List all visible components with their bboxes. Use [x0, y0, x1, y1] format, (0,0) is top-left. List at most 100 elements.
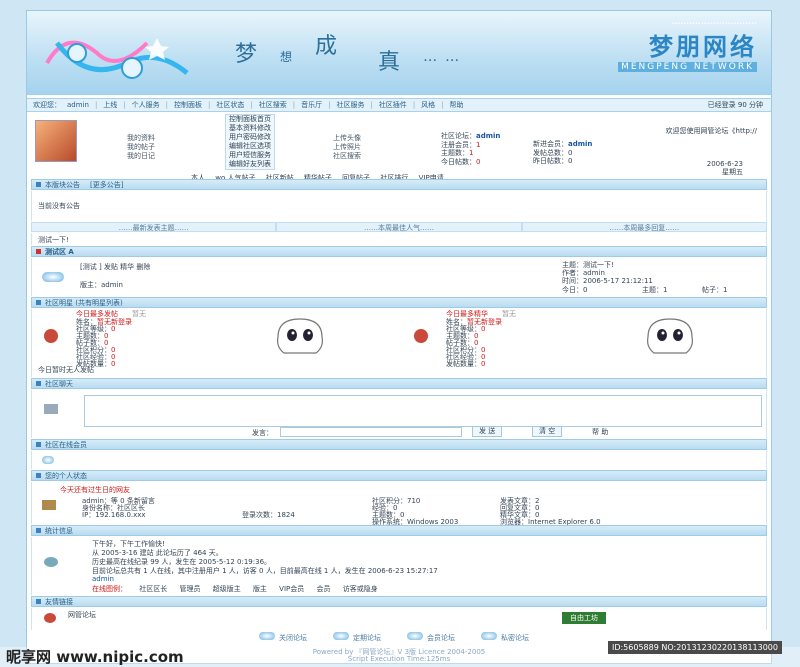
nav-online[interactable]: 上线: [103, 100, 117, 110]
chat-send-button[interactable]: 发 送: [472, 426, 503, 437]
watermark-id: ID:5605889 NO:20131230220138113000: [607, 641, 782, 654]
footer-button[interactable]: 会员论坛: [427, 633, 455, 643]
online-bar: 社区在线会员: [31, 439, 767, 450]
forum-icon: [36, 249, 41, 254]
nav-help[interactable]: 帮助: [450, 100, 464, 110]
star-value: 0: [111, 360, 116, 368]
avatar[interactable]: [35, 120, 77, 162]
control-menu-item[interactable]: 用户密码修改: [229, 133, 271, 142]
link-search[interactable]: 社区搜索: [333, 152, 361, 161]
footer-button[interactable]: 私密论坛: [501, 633, 529, 643]
footer-button[interactable]: 关闭论坛: [279, 633, 307, 643]
login-duration: 已经登录 90 分钟: [707, 101, 763, 109]
links-body: 网管论坛 自由工坊: [31, 608, 767, 630]
tab-most-replies[interactable]: ……本周最多回复……: [521, 222, 767, 232]
legend-item: 管理员: [179, 585, 201, 593]
topic-row: 测试一下!: [31, 233, 767, 245]
tab-latest-topics[interactable]: ……最新发表主题……: [31, 222, 277, 232]
tab-popular-week[interactable]: ……本周最佳人气……: [276, 222, 522, 232]
forum-header: 梦 想 成 真 …… •••••••••••••••••••••••••••••…: [27, 11, 771, 95]
footer-button[interactable]: 定期论坛: [353, 633, 381, 643]
main-nav: 欢迎您： admin | 上线 | 个人服务 | 控制面板 | 社区状态 | 社区搜索 | …: [27, 98, 771, 112]
control-menu-item[interactable]: 编辑好友列表: [229, 160, 271, 169]
star-avatar-icon: [414, 329, 428, 343]
personal-bar: 您的个人状态: [31, 470, 767, 481]
chat-clear-button[interactable]: 清 空: [532, 426, 563, 437]
control-menu-item[interactable]: 编辑社区选项: [229, 142, 271, 151]
forum-status-icon: [42, 272, 64, 282]
link-upload-photo[interactable]: 上传照片: [333, 143, 361, 152]
nav-control-panel[interactable]: 控制面板: [174, 100, 202, 110]
online-title: 社区在线会员: [45, 440, 87, 449]
user-links-2: 上传头像 上传照片 社区搜索: [333, 134, 361, 161]
date-text: 2006-6-23: [706, 160, 743, 168]
link-upload-avatar[interactable]: 上传头像: [333, 134, 361, 143]
personal-field: 登录次数：1824: [242, 511, 295, 519]
slogan-char: 成: [315, 34, 346, 59]
friend-link[interactable]: 网管论坛: [68, 610, 96, 620]
stats-icon: [44, 557, 58, 567]
stats-bar: 统计信息: [31, 525, 767, 536]
star-avatar-icon: [44, 329, 58, 343]
forum-page: 梦 想 成 真 …… •••••••••••••••••••••••••••••…: [26, 10, 772, 664]
forum-stat-posts: 帖子：1: [702, 286, 728, 294]
personal-title: 您的个人状态: [45, 471, 87, 480]
ad-badge[interactable]: 自由工坊: [562, 612, 606, 624]
brand: ••••••••••••••••••••••••••••• 梦朋网络 MENGP…: [618, 21, 757, 72]
chat-messages[interactable]: [84, 395, 762, 427]
nav-services[interactable]: 社区服务: [336, 100, 364, 110]
link-my-posts[interactable]: 我的帖子: [127, 143, 155, 152]
stars-title: 社区明星 (共有明星列表): [45, 298, 123, 307]
announce-body: 当前没有公告: [31, 191, 767, 221]
legend-item: 会员: [316, 585, 331, 593]
topic-tabs: ……最新发表主题…… ……本周最佳人气…… ……本周最多回复……: [31, 222, 767, 232]
online-icon: [42, 456, 54, 464]
chat-say-label: 发言：: [252, 429, 273, 437]
chat-help-link[interactable]: 帮 助: [592, 427, 608, 437]
info-value: admin: [476, 132, 501, 140]
stars-bar: 社区明星 (共有明星列表): [31, 297, 767, 308]
nav-search[interactable]: 社区搜索: [259, 100, 287, 110]
control-menu-item[interactable]: 控制面板首页: [229, 115, 271, 124]
bullet-icon: [36, 300, 41, 305]
announce-more-link[interactable]: [更多公告]: [90, 180, 123, 190]
birthday-headline: 今天还有过生日的网友: [60, 486, 130, 494]
bullet-icon: [36, 442, 41, 447]
topic-link[interactable]: 测试一下!: [38, 235, 69, 245]
stars-note: 今日暂时无人发帖: [38, 366, 94, 374]
nav-status[interactable]: 社区状态: [216, 100, 244, 110]
user-links: 我的资料 我的帖子 我的日记: [127, 134, 155, 161]
nav-style[interactable]: 风格: [421, 100, 435, 110]
footer-pill-icon: [481, 632, 497, 640]
forum-title[interactable]: [测试 ] 发贴 精华 删除: [80, 262, 150, 272]
link-my-diary[interactable]: 我的日记: [127, 152, 155, 161]
control-menu-item[interactable]: 用户短信服务: [229, 151, 271, 160]
online-legend: 在线图例： 社区区长 管理员 超级版主 版主 VIP会员 会员 访客或隐身: [92, 584, 378, 594]
online-user-link[interactable]: admin: [92, 575, 114, 583]
chat-input-field[interactable]: [280, 427, 462, 437]
nav-username[interactable]: admin: [67, 101, 89, 109]
links-title: 友情链接: [45, 597, 73, 606]
date-display: 2006-6-23 星期五: [707, 160, 743, 176]
slogan-char: 真: [378, 50, 409, 75]
bullet-icon: [36, 182, 41, 187]
link-my-profile[interactable]: 我的资料: [127, 134, 155, 143]
info-label: 主题数：: [441, 149, 469, 157]
forum-info: 社区论坛：admin 注册会员：1 主题数：1 今日帖数：0: [441, 132, 500, 166]
info-label: 发帖总数：: [533, 148, 568, 157]
link-icon: [44, 613, 56, 623]
stats-line: 目前论坛总共有 1 人在线，其中注册用户 1 人，访客 0 人，目前最高在线 1…: [92, 567, 438, 575]
nav-music[interactable]: 音乐厅: [301, 100, 322, 110]
control-menu-item[interactable]: 基本资料修改: [229, 124, 271, 133]
star-right-sub: 暂无: [502, 310, 516, 318]
footer-pill-icon: [259, 632, 275, 640]
nav-plugins[interactable]: 社区插件: [379, 100, 407, 110]
slogan: 梦 想 成 真 ……: [235, 34, 467, 75]
forum-name[interactable]: 测试区 A: [45, 247, 74, 257]
nav-personal[interactable]: 个人服务: [132, 100, 160, 110]
slogan-char: 想: [280, 50, 301, 64]
personal-field: IP：192.168.0.xxx: [82, 511, 146, 519]
info-label: 社区论坛：: [441, 132, 476, 140]
info-value: 0: [568, 157, 573, 165]
star-label: 发帖数量：: [446, 360, 481, 368]
